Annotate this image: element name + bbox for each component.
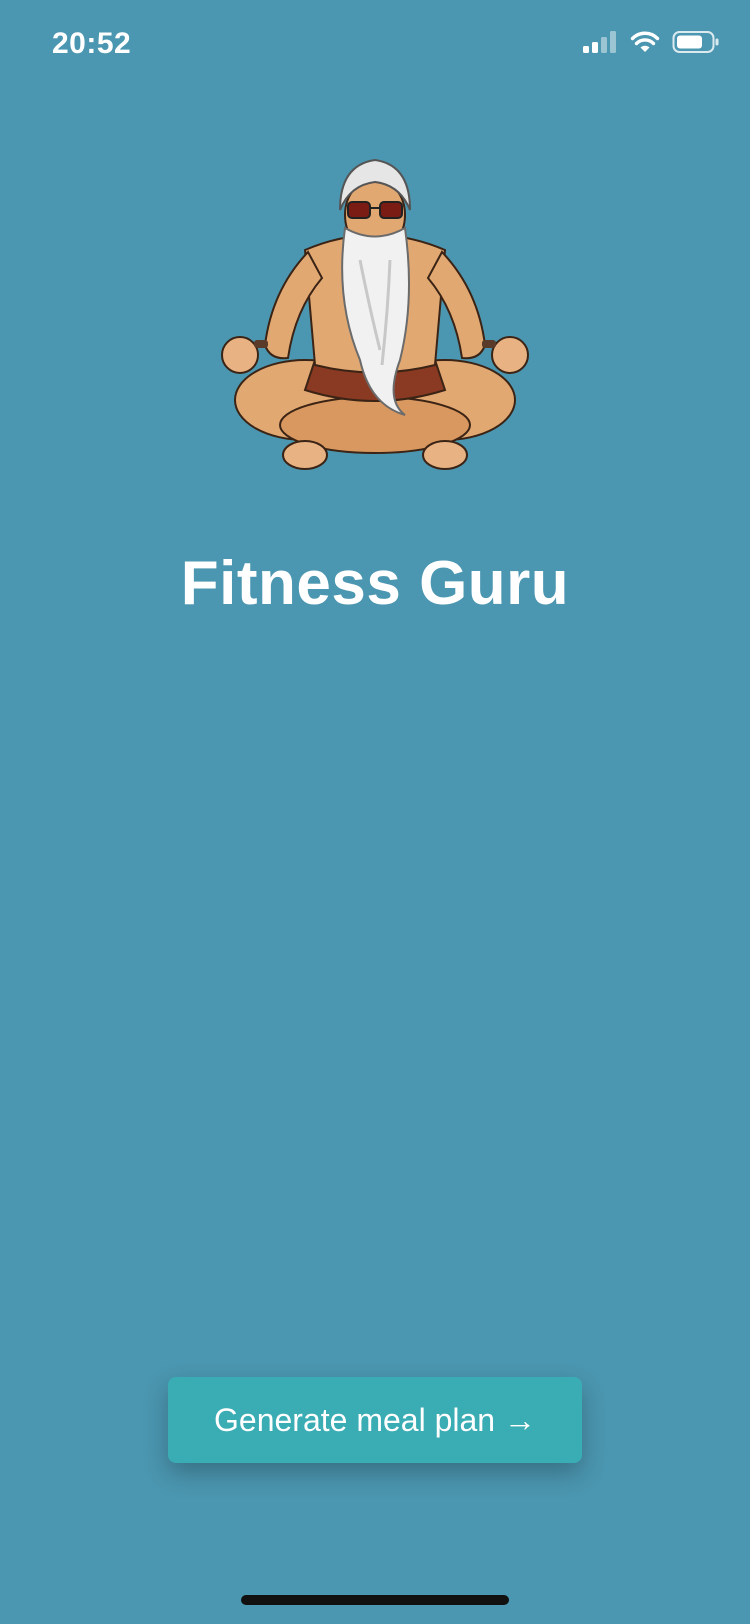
battery-icon — [672, 30, 720, 59]
wifi-icon — [630, 30, 660, 59]
app-title: Fitness Guru — [180, 549, 570, 618]
status-icons — [582, 30, 720, 59]
status-bar: 20:52 — [0, 0, 750, 90]
home-indicator[interactable] — [241, 1595, 509, 1605]
cellular-signal-icon — [582, 30, 618, 59]
status-time: 20:52 — [52, 27, 132, 60]
generate-meal-plan-button[interactable]: Generate meal plan → — [168, 1377, 582, 1463]
meditating-guru-illustration — [210, 150, 540, 490]
